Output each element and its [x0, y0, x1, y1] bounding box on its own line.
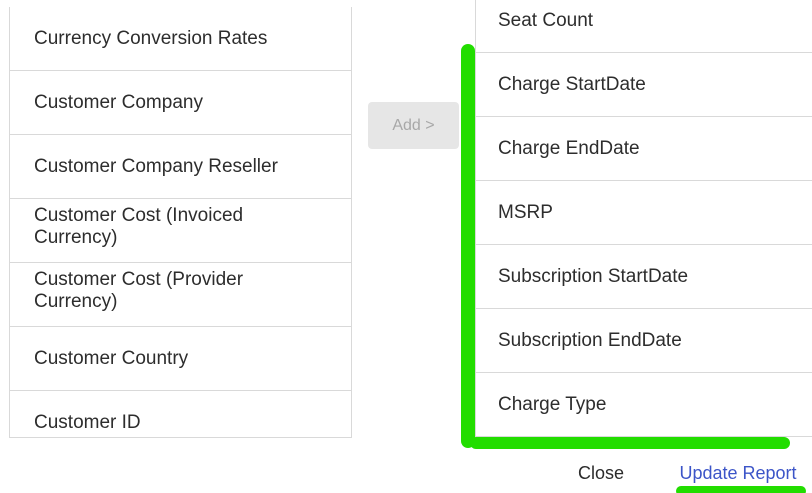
highlight-mark-update-report — [676, 486, 806, 493]
close-button[interactable]: Close — [561, 459, 641, 487]
report-field-picker: Currency Conversion Rates Customer Compa… — [0, 0, 812, 493]
selected-field-charge-enddate[interactable]: Charge EndDate — [476, 117, 812, 181]
available-field-customer-company[interactable]: Customer Company — [10, 71, 351, 135]
available-field-customer-company-reseller[interactable]: Customer Company Reseller — [10, 135, 351, 199]
highlight-mark-bottom — [470, 437, 790, 449]
selected-field-charge-type[interactable]: Charge Type — [476, 373, 812, 436]
available-fields-list[interactable]: Currency Conversion Rates Customer Compa… — [9, 7, 352, 438]
update-report-button[interactable]: Update Report — [672, 459, 804, 487]
available-field-customer-cost-invoiced[interactable]: Customer Cost (Invoiced Currency) — [10, 199, 351, 263]
selected-fields-list[interactable]: Seat Count Charge StartDate Charge EndDa… — [475, 0, 812, 437]
selected-field-seat-count[interactable]: Seat Count — [476, 0, 812, 53]
selected-field-charge-startdate[interactable]: Charge StartDate — [476, 53, 812, 117]
available-field-customer-cost-provider[interactable]: Customer Cost (Provider Currency) — [10, 263, 351, 327]
add-field-button[interactable]: Add > — [368, 102, 459, 149]
highlight-mark-vertical — [461, 44, 475, 448]
selected-field-msrp[interactable]: MSRP — [476, 181, 812, 245]
available-field-customer-id[interactable]: Customer ID — [10, 391, 351, 437]
selected-field-subscription-startdate[interactable]: Subscription StartDate — [476, 245, 812, 309]
selected-field-subscription-enddate[interactable]: Subscription EndDate — [476, 309, 812, 373]
available-field-customer-country[interactable]: Customer Country — [10, 327, 351, 391]
available-field-currency-conversion-rates[interactable]: Currency Conversion Rates — [10, 7, 351, 71]
